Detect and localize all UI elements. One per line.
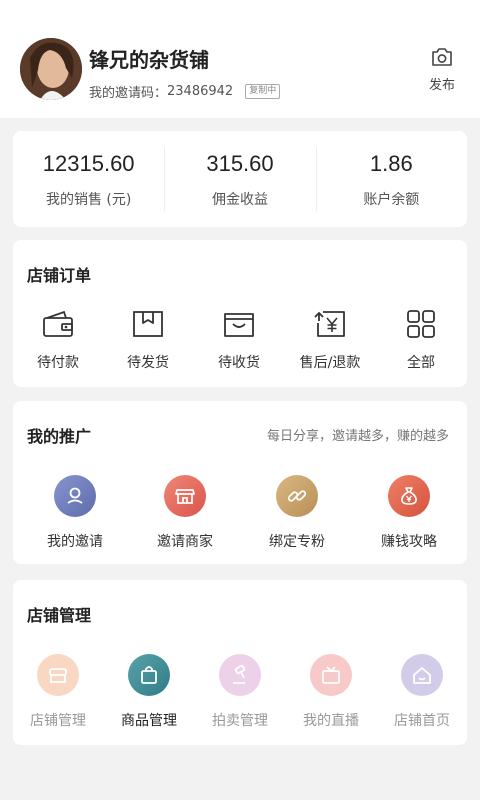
promo-my-invites[interactable]: 我的邀请 — [25, 475, 125, 551]
gavel-icon — [219, 654, 261, 696]
stat-balance[interactable]: 1.86 账户余额 — [315, 131, 467, 227]
orders-title: 店铺订单 — [27, 266, 92, 285]
tv-icon — [310, 654, 352, 696]
stat-value: 12315.60 — [42, 151, 135, 176]
publish-button[interactable]: 发布 — [424, 46, 460, 93]
manage-label: 我的直播 — [303, 713, 359, 729]
promo-label: 赚钱攻略 — [381, 534, 437, 550]
order-pending-payment[interactable]: 待付款 — [13, 306, 103, 372]
link-icon — [276, 475, 318, 517]
order-label: 待付款 — [37, 355, 79, 371]
promo-label: 邀请商家 — [157, 534, 213, 550]
publish-label: 发布 — [428, 78, 455, 93]
money-bag-icon — [388, 475, 430, 517]
grid-icon — [376, 306, 466, 342]
promo-invite-merchant[interactable]: 邀请商家 — [135, 475, 235, 551]
management-card: 店铺管理 店铺管理 商品管理 拍卖管理 我的直播 店铺首页 — [13, 580, 467, 745]
order-pending-receipt[interactable]: 待收货 — [194, 306, 284, 372]
home-icon — [401, 654, 443, 696]
stats-card: 12315.60 我的销售 (元) 315.60 佣金收益 1.86 账户余额 — [13, 131, 467, 227]
manage-auctions[interactable]: 拍卖管理 — [195, 654, 285, 730]
manage-shop-home[interactable]: 店铺首页 — [377, 654, 467, 730]
order-label: 待收货 — [218, 355, 260, 371]
order-label: 待发货 — [127, 355, 169, 371]
stat-sales[interactable]: 12315.60 我的销售 (元) — [13, 131, 164, 227]
stat-value: 1.86 — [369, 151, 413, 176]
user-icon — [54, 475, 96, 517]
invite-code-row: 我的邀请码： 23486942 复制中 — [89, 82, 281, 101]
manage-label: 店铺首页 — [394, 713, 450, 729]
avatar[interactable] — [20, 38, 82, 100]
management-title: 店铺管理 — [27, 606, 92, 625]
promotion-card: 我的推广 每日分享，邀请越多，赚的越多 我的邀请 邀请商家 绑定专粉 赚钱攻略 — [13, 401, 467, 564]
shop-icon — [164, 475, 206, 517]
order-pending-shipment[interactable]: 待发货 — [103, 306, 193, 372]
stat-commission[interactable]: 315.60 佣金收益 — [164, 131, 315, 227]
bag-icon — [128, 654, 170, 696]
manage-label: 拍卖管理 — [212, 713, 268, 729]
receive-box-icon — [194, 306, 284, 342]
refund-icon — [285, 306, 375, 342]
stat-label: 佣金收益 — [211, 192, 268, 208]
promotion-hint: 每日分享，邀请越多，赚的越多 — [266, 429, 449, 444]
package-icon — [103, 306, 193, 342]
copy-badge[interactable]: 复制中 — [245, 84, 281, 99]
order-all[interactable]: 全部 — [376, 306, 466, 372]
manage-store[interactable]: 店铺管理 — [13, 654, 103, 730]
stat-value: 315.60 — [206, 151, 274, 176]
manage-label: 商品管理 — [121, 713, 177, 729]
promo-bind-fans[interactable]: 绑定专粉 — [247, 475, 347, 551]
order-label: 全部 — [407, 355, 435, 371]
order-refund[interactable]: 售后/退款 — [285, 306, 375, 372]
stat-label: 我的销售 (元) — [45, 192, 132, 208]
profile-header: 锋兄的杂货铺 我的邀请码： 23486942 复制中 发布 — [0, 0, 480, 118]
shop-name: 锋兄的杂货铺 — [89, 48, 209, 72]
invite-code-label: 我的邀请码： — [89, 86, 168, 101]
manage-live[interactable]: 我的直播 — [286, 654, 376, 730]
orders-card: 店铺订单 待付款 待发货 待收货 售后/退款 全部 — [13, 240, 467, 387]
manage-label: 店铺管理 — [30, 713, 86, 729]
store-icon — [37, 654, 79, 696]
promo-earning-guide[interactable]: 赚钱攻略 — [359, 475, 459, 551]
promo-label: 绑定专粉 — [269, 534, 325, 550]
manage-products[interactable]: 商品管理 — [104, 654, 194, 730]
invite-code-value: 23486942 — [167, 84, 234, 99]
stat-label: 账户余额 — [363, 192, 420, 208]
wallet-icon — [13, 306, 103, 342]
camera-icon — [430, 48, 454, 72]
order-label: 售后/退款 — [299, 355, 361, 371]
promotion-title: 我的推广 — [27, 427, 92, 446]
promo-label: 我的邀请 — [47, 534, 103, 550]
